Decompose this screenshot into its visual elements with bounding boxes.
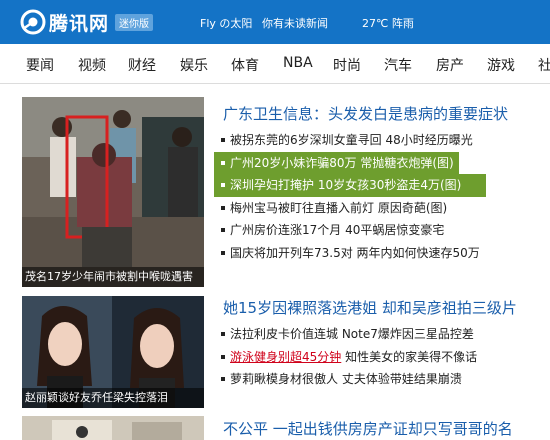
tencent-logo-icon [20,9,46,35]
nav-item-auto[interactable]: 汽车 [384,55,412,75]
nav-item-video[interactable]: 视频 [78,55,106,75]
list-item[interactable]: 萝莉瞅模身材很傲人 丈夫体验带娃结果崩溃 [214,368,550,391]
nav-item-sports[interactable]: 体育 [231,55,259,75]
top-bar: 腾讯网 迷你版 Fly の太阳 你有未读新闻 27℃ 阵雨 [0,0,550,44]
bullet-icon [221,205,225,210]
nav-item-house[interactable]: 房产 [436,55,464,75]
bullet-icon [221,250,225,255]
bullet-icon [221,183,225,188]
section-headline[interactable]: 不公平 一起出钱供房房产证却只写哥哥的名 [223,418,513,439]
nav-item-social[interactable]: 社 [538,55,550,75]
list-item[interactable]: 国庆将加开列车73.5对 两年内如何快速存50万 [214,242,550,265]
mini-badge: 迷你版 [115,13,154,31]
nav-item-nba[interactable]: NBA [283,55,313,71]
nav-item-games[interactable]: 游戏 [487,55,515,75]
list-item-text: 法拉利皮卡价值连城 Note7爆炸因三星品控差 [230,327,474,341]
bullet-icon [221,332,225,336]
channel-nav: 要闻 视频 财经 娱乐 体育 NBA 时尚 汽车 房产 游戏 社 [0,44,550,84]
list-item-text: 深圳孕妇打掩护 10岁女孩30秒盗走4万(图) [230,178,462,193]
news-list: 法拉利皮卡价值连城 Note7爆炸因三星品控差 游泳健身别超45分钟 知性美女的… [214,323,550,391]
list-item-text: 广州20岁小妹诈骗80万 常抛糖衣炮弹(图) [230,155,454,170]
bullet-icon [221,228,225,233]
news-thumbnail[interactable] [22,416,204,440]
user-name-link[interactable]: Fly の太阳 [200,15,252,31]
news-list: 被拐东莞的6岁深圳女童寻回 48小时经历曝光 广州20岁小妹诈骗80万 常抛糖衣… [214,129,550,265]
list-item-text: 萝莉瞅模身材很傲人 丈夫体验带娃结果崩溃 [230,372,462,387]
list-item[interactable]: 游泳健身别超45分钟 知性美女的家美得不像话 [214,346,550,369]
logo-text: 腾讯网 [49,12,110,35]
bullet-icon [221,138,225,142]
thumbnail-caption[interactable]: 茂名17岁少年闹市被割中喉咙遇害 [22,267,204,287]
nav-item-entertainment[interactable]: 娱乐 [180,55,208,75]
section-headline[interactable]: 广东卫生信息：头发发白是患病的重要症状 [223,103,508,124]
list-item[interactable]: 广州房价连涨17个月 40平蜗居惊变豪宅 [214,219,550,242]
weather-text[interactable]: 27℃ 阵雨 [362,15,414,31]
list-item-text: 梅州宝马被盯往直播入前灯 原因奇葩(图) [230,200,448,215]
bullet-icon [221,377,225,382]
list-item-text: 被拐东莞的6岁深圳女童寻回 48小时经历曝光 [230,133,473,147]
street-scene-image [22,97,204,287]
list-item-selected[interactable]: 深圳孕妇打掩护 10岁女孩30秒盗走4万(图) [214,174,486,197]
thumbnail-image [22,416,204,440]
news-thumbnail[interactable]: 赵丽颖谈好友乔任梁失控落泪 [22,296,204,408]
list-item-text: 知性美女的家美得不像话 [345,349,478,364]
section-headline[interactable]: 她15岁因裸照落选港姐 却和吴彦祖拍三级片 [223,297,517,318]
nav-item-news[interactable]: 要闻 [26,55,54,75]
thumbnail-caption[interactable]: 赵丽颖谈好友乔任梁失控落泪 [22,388,204,408]
list-item-text: 广州房价连涨17个月 40平蜗居惊变豪宅 [230,223,445,238]
news-thumbnail[interactable]: 茂名17岁少年闹市被割中喉咙遇害 [22,97,204,287]
list-item[interactable]: 被拐东莞的6岁深圳女童寻回 48小时经历曝光 [214,129,550,152]
nav-item-fashion[interactable]: 时尚 [333,55,361,75]
list-item-text: 国庆将加开列车73.5对 两年内如何快速存50万 [230,245,480,260]
list-item[interactable]: 法拉利皮卡价值连城 Note7爆炸因三星品控差 [214,323,550,346]
bullet-icon [221,354,225,359]
list-item-selected[interactable]: 广州20岁小妹诈骗80万 常抛糖衣炮弹(图) [214,151,459,175]
unread-news-link[interactable]: 你有未读新闻 [262,15,328,31]
nav-item-finance[interactable]: 财经 [128,55,156,75]
logo[interactable]: 腾讯网 迷你版 [20,8,154,36]
bullet-icon [221,160,225,165]
highlight-link[interactable]: 游泳健身别超45分钟 [230,350,341,364]
list-item[interactable]: 梅州宝马被盯往直播入前灯 原因奇葩(图) [214,197,550,220]
